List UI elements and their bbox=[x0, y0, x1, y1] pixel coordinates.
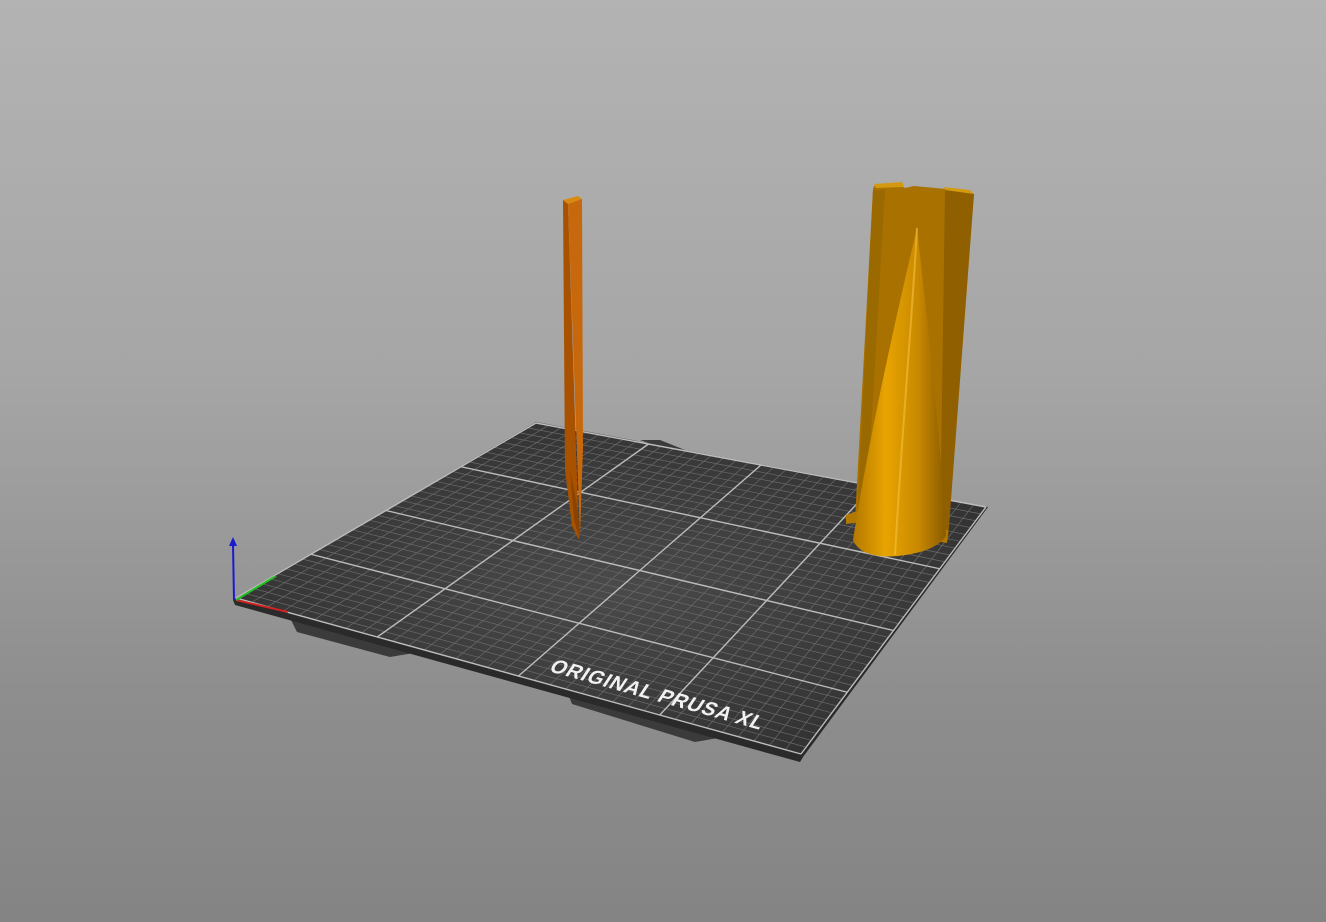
z-axis-arrow-icon bbox=[229, 537, 237, 546]
3d-viewport[interactable]: ORIGINAL PRUSA XL bbox=[0, 0, 1326, 922]
cone-support-object[interactable] bbox=[846, 182, 974, 557]
scene-canvas[interactable]: ORIGINAL PRUSA XL bbox=[0, 0, 1326, 922]
z-axis-line bbox=[232, 543, 235, 601]
